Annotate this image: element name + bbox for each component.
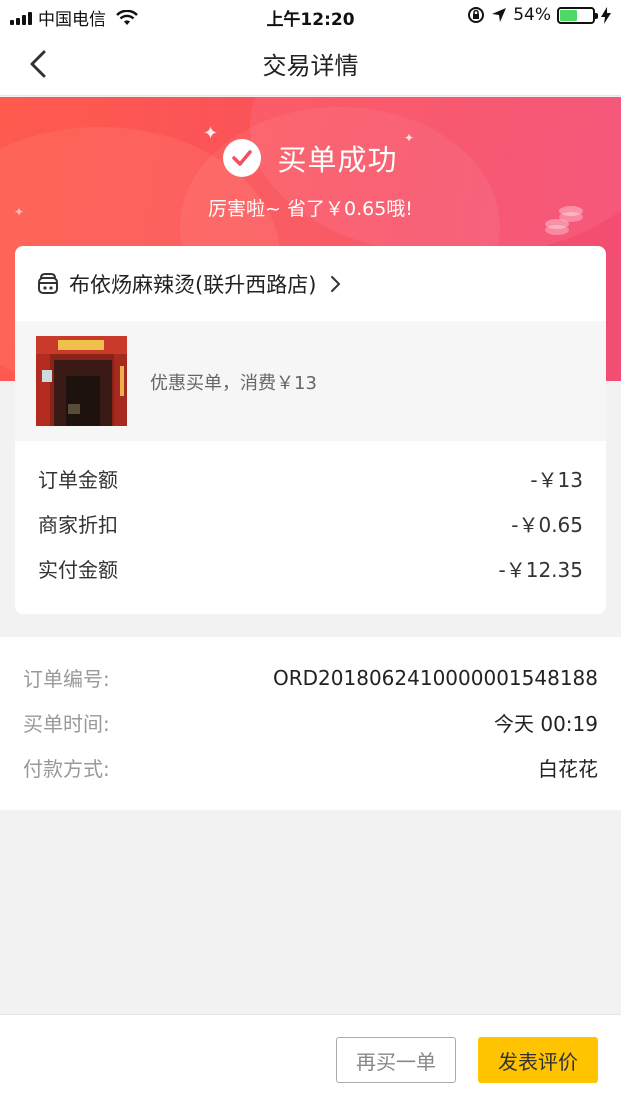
product-row[interactable]: 优惠买单，消费￥13 xyxy=(15,321,606,441)
charging-icon xyxy=(601,6,611,24)
page-title: 交易详情 xyxy=(262,52,359,80)
status-bar-right: 54% xyxy=(467,5,611,25)
chevron-right-icon xyxy=(331,275,341,292)
orientation-lock-icon xyxy=(468,7,485,23)
amount-row-label: 订单金额 xyxy=(38,468,118,492)
location-icon xyxy=(492,8,507,22)
info-row: 买单时间: 今天 00:19 xyxy=(23,700,598,745)
store-thumbnail xyxy=(36,336,127,426)
buy-again-button[interactable]: 再买一单 xyxy=(336,1037,456,1083)
amount-row-label: 商家折扣 xyxy=(38,513,118,537)
product-description: 优惠买单，消费￥13 xyxy=(150,373,317,394)
amount-row-label: 实付金额 xyxy=(38,558,118,582)
battery-icon xyxy=(557,6,598,24)
info-row-value: 白花花 xyxy=(538,757,598,781)
success-title: 买单成功 xyxy=(277,143,398,177)
coins-icon xyxy=(545,206,583,235)
store-icon xyxy=(38,272,58,294)
store-link[interactable]: 布依炀麻辣烫(联升西路店) xyxy=(15,246,606,321)
info-row-value: ORD2018062410000001548188 xyxy=(273,665,598,690)
amount-row: 商家折扣 -￥0.65 xyxy=(38,501,583,546)
check-circle-icon xyxy=(223,139,262,177)
order-card: 布依炀麻辣烫(联升西路店) 优惠买单，消费￥13 订单金额 -￥13 商家折扣 -￥0… xyxy=(15,246,606,614)
info-row-label: 买单时间: xyxy=(23,712,110,736)
savings-text: 厉害啦~ 省了￥0.65哦! xyxy=(208,198,413,220)
info-row-value: 今天 00:19 xyxy=(494,712,598,736)
nav-bar: 交易详情 xyxy=(0,32,621,96)
bottom-action-bar: 再买一单 发表评价 xyxy=(0,1014,621,1104)
battery-fill xyxy=(560,9,578,21)
battery-percent: 54% xyxy=(513,5,551,25)
info-row: 订单编号: ORD2018062410000001548188 xyxy=(23,655,598,700)
amount-list: 订单金额 -￥13 商家折扣 -￥0.65 实付金额 -￥12.35 xyxy=(15,441,606,591)
store-name: 布依炀麻辣烫(联升西路店) xyxy=(69,272,317,297)
amount-row: 实付金额 -￥12.35 xyxy=(38,546,583,591)
amount-row: 订单金额 -￥13 xyxy=(38,456,583,501)
amount-row-value: -￥0.65 xyxy=(511,513,583,537)
success-row: 买单成功 xyxy=(0,137,621,179)
info-row: 付款方式: 白花花 xyxy=(23,745,598,790)
status-bar: 中国电信 上午12:20 54% xyxy=(0,0,621,32)
order-info: 订单编号: ORD2018062410000001548188 买单时间: 今天 00… xyxy=(0,637,621,810)
info-row-label: 订单编号: xyxy=(23,667,110,691)
info-row-label: 付款方式: xyxy=(23,757,110,781)
write-review-button[interactable]: 发表评价 xyxy=(478,1037,598,1083)
amount-row-value: -￥13 xyxy=(530,468,583,492)
amount-row-value: -￥12.35 xyxy=(498,558,583,582)
